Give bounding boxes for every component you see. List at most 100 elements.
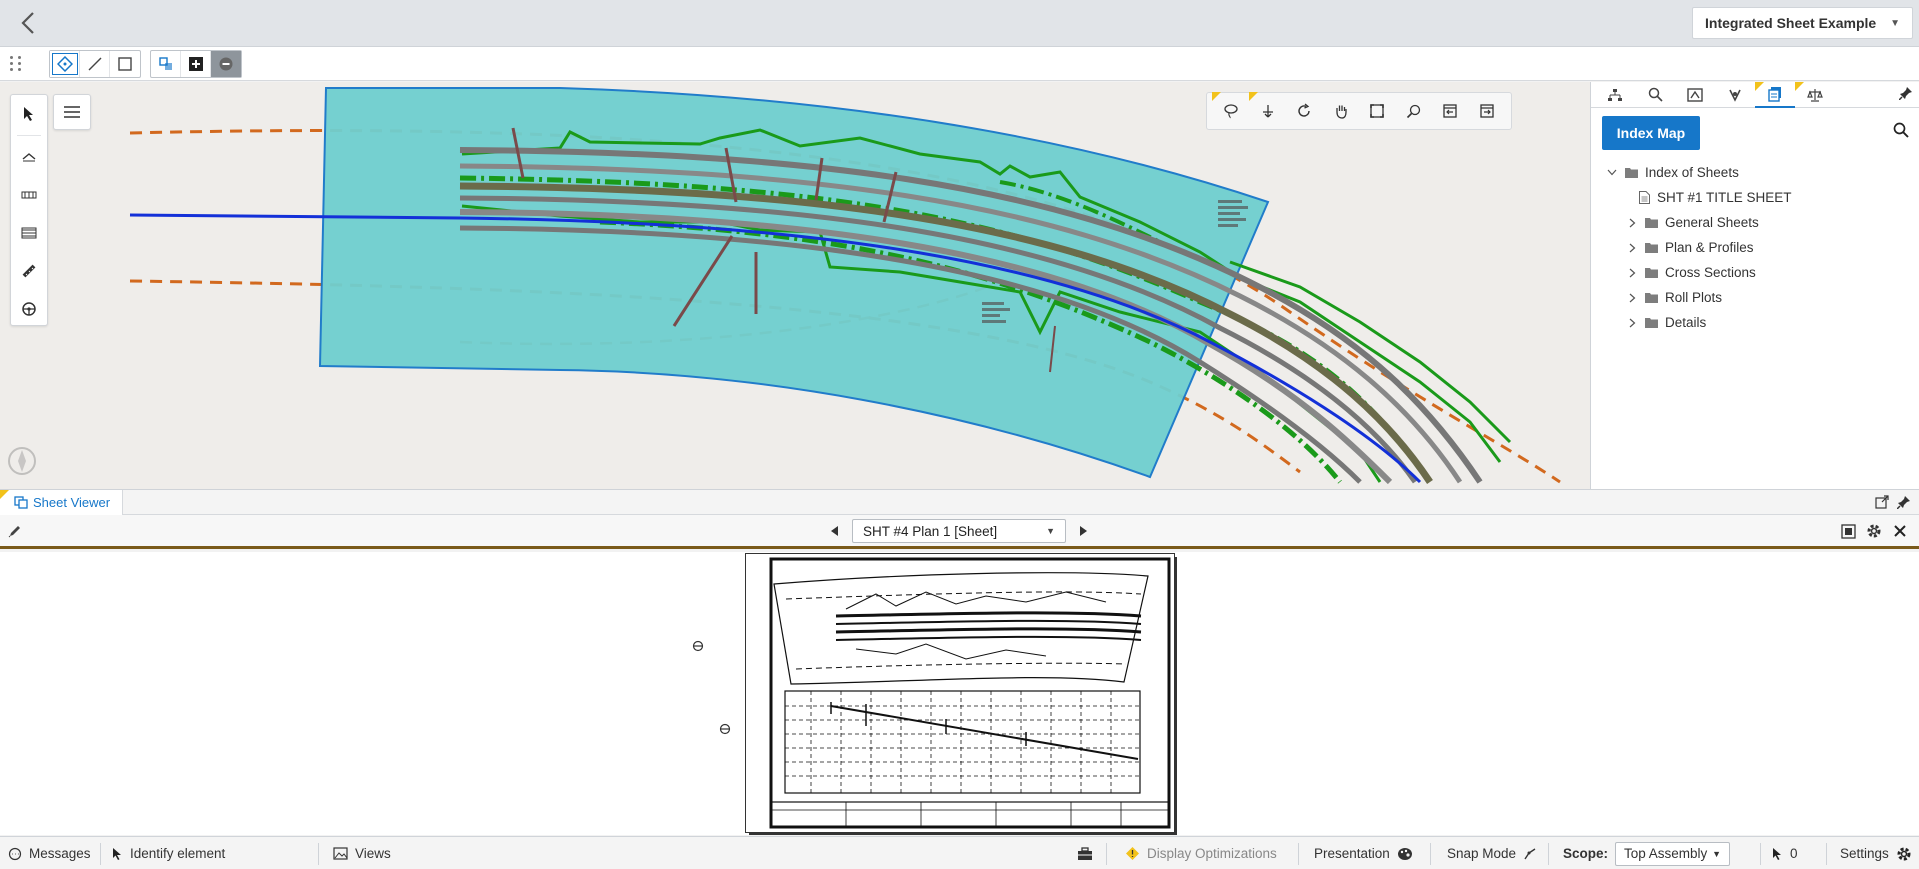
hamburger-menu-button[interactable] <box>53 94 91 130</box>
point-select-button[interactable] <box>50 51 80 77</box>
project-selector[interactable]: Integrated Sheet Example ▼ <box>1692 7 1913 39</box>
sheet-preview[interactable] <box>746 554 1174 832</box>
sheet-viewer-actions <box>1839 522 1909 540</box>
next-view-button[interactable] <box>1472 96 1502 126</box>
chevron-right-icon[interactable] <box>1625 243 1639 253</box>
tree-item-label: Cross Sections <box>1665 265 1756 280</box>
briefcase-button[interactable] <box>1077 837 1093 869</box>
folder-icon <box>1645 242 1658 253</box>
previous-view-button[interactable] <box>1435 96 1465 126</box>
messages-button[interactable]: Messages <box>8 837 91 869</box>
map-viewport[interactable] <box>0 82 1590 489</box>
close-sheet-viewer-button[interactable] <box>1891 522 1909 540</box>
next-sheet-button[interactable] <box>1076 520 1090 542</box>
scope-dropdown[interactable]: Top Assembly ▼ <box>1615 841 1731 866</box>
chevron-right-icon[interactable] <box>1625 293 1639 303</box>
selection-shape-group <box>49 50 141 78</box>
sheet-navigator: SHT #4 Plan 1 [Sheet] ▼ <box>828 519 1090 543</box>
navigation-toolbox <box>10 94 48 326</box>
drag-handle-icon[interactable] <box>10 56 22 72</box>
display-optimizations-button[interactable]: Display Optimizations <box>1125 837 1277 869</box>
index-map-button[interactable]: Index Map <box>1602 116 1700 150</box>
design-model-canvas[interactable] <box>0 82 1590 489</box>
walk-button[interactable] <box>1248 92 1283 126</box>
selection-mode-button[interactable] <box>151 51 181 77</box>
point-select-icon <box>56 56 73 72</box>
resize-handle-icon[interactable] <box>719 723 731 735</box>
chevron-down-icon[interactable] <box>1605 169 1619 176</box>
selection-count[interactable]: 0 <box>1772 837 1798 869</box>
tab-model-tree[interactable] <box>1595 82 1635 108</box>
sheet-dropdown[interactable]: SHT #4 Plan 1 [Sheet] ▼ <box>852 519 1066 543</box>
rotate-button[interactable] <box>1289 96 1319 126</box>
selection-mode-icon <box>158 57 172 70</box>
sheet-canvas[interactable] <box>0 552 1919 835</box>
tab-issues[interactable] <box>1715 82 1755 108</box>
resize-handle-icon[interactable] <box>692 640 704 652</box>
views-button[interactable]: Views <box>333 837 391 869</box>
line-select-icon <box>88 57 101 71</box>
snap-icon <box>1524 847 1536 859</box>
pin-icon <box>1896 496 1910 510</box>
pan-button[interactable] <box>1326 96 1356 126</box>
project-name: Integrated Sheet Example <box>1705 15 1877 31</box>
tree-item-general-sheets[interactable]: General Sheets <box>1591 210 1919 235</box>
tree-item-label: SHT #1 TITLE SHEET <box>1657 190 1792 205</box>
close-icon <box>1894 525 1906 537</box>
flag-icon <box>1248 92 1258 101</box>
zoom-window-button[interactable] <box>1399 96 1429 126</box>
markup-button[interactable] <box>8 524 22 541</box>
chevron-right-icon[interactable] <box>1625 268 1639 278</box>
fit-view-button[interactable] <box>1362 96 1392 126</box>
sheet-search-button[interactable] <box>1893 122 1909 141</box>
drive-tool-button[interactable] <box>11 290 47 328</box>
lasso-button[interactable] <box>1212 92 1246 126</box>
gear-icon <box>1867 524 1881 538</box>
presentation-button[interactable]: Presentation <box>1314 837 1413 869</box>
tab-sheet-viewer[interactable]: Sheet Viewer <box>0 490 124 515</box>
box-select-button[interactable] <box>110 51 140 77</box>
snap-mode-button[interactable]: Snap Mode <box>1447 837 1537 869</box>
folder-icon <box>1645 217 1658 228</box>
hierarchy-icon <box>1608 88 1622 101</box>
tree-item-cross-sections[interactable]: Cross Sections <box>1591 260 1919 285</box>
tree-item-index-of-sheets[interactable]: Index of Sheets <box>1591 160 1919 185</box>
identify-element-button[interactable]: Identify element <box>112 837 225 869</box>
compass-icon[interactable] <box>7 446 37 476</box>
chevron-right-icon[interactable] <box>1625 218 1639 228</box>
add-selection-button[interactable] <box>181 51 211 77</box>
measure-tool-button[interactable] <box>11 252 47 290</box>
chevron-right-icon[interactable] <box>1625 318 1639 328</box>
clip-tool-button[interactable] <box>11 138 47 176</box>
tab-properties[interactable] <box>1675 82 1715 108</box>
steering-wheel-icon <box>22 302 36 316</box>
flag-icon <box>1795 81 1804 91</box>
previous-sheet-button[interactable] <box>828 520 842 542</box>
remove-selection-button[interactable] <box>211 51 241 77</box>
settings-button[interactable]: Settings <box>1840 837 1912 869</box>
tree-item-plan-profiles[interactable]: Plan & Profiles <box>1591 235 1919 260</box>
ruler-icon <box>22 264 36 278</box>
sheet-settings-button[interactable] <box>1865 522 1883 540</box>
select-tool-button[interactable] <box>11 95 47 133</box>
tab-compare[interactable] <box>1795 81 1835 108</box>
pin-panel-button[interactable] <box>1898 86 1913 103</box>
panel-tab-bar <box>1591 81 1919 108</box>
cursor-arrow-icon <box>113 847 121 860</box>
tree-item-details[interactable]: Details <box>1591 310 1919 335</box>
selection-count-value: 0 <box>1790 846 1798 861</box>
tree-item-title-sheet[interactable]: SHT #1 TITLE SHEET <box>1591 185 1919 210</box>
fit-sheet-button[interactable] <box>1839 522 1857 540</box>
tree-item-roll-plots[interactable]: Roll Plots <box>1591 285 1919 310</box>
sheet-index-panel: Index Map Index of Sheets SHT #1 TITLE S… <box>1590 81 1919 489</box>
tab-sheet-index[interactable] <box>1755 81 1795 108</box>
pin-sheet-viewer-button[interactable] <box>1896 495 1911 512</box>
document-icon <box>1639 191 1650 204</box>
pop-out-button[interactable] <box>1875 495 1889 512</box>
section-tool-button[interactable] <box>11 176 47 214</box>
profile-tool-button[interactable] <box>11 214 47 252</box>
line-select-button[interactable] <box>80 51 110 77</box>
tab-search[interactable] <box>1635 82 1675 108</box>
back-button[interactable] <box>14 8 42 38</box>
sheet-viewer-icon <box>14 496 28 509</box>
